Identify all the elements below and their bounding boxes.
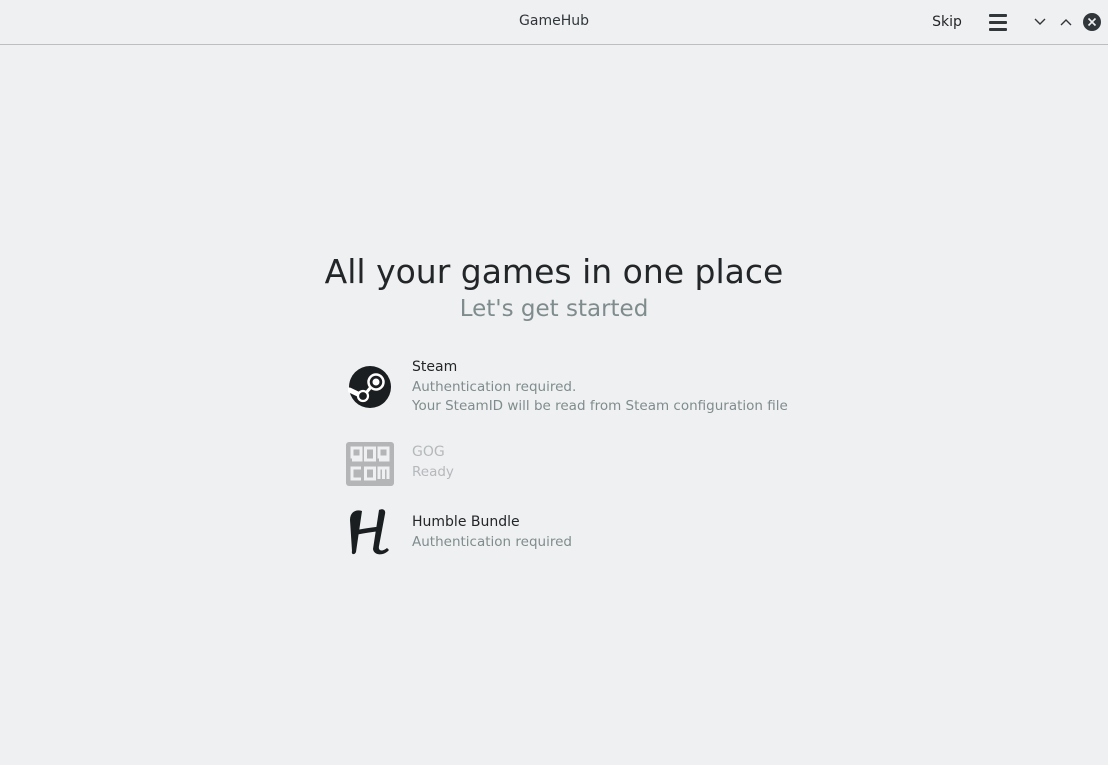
source-name: Humble Bundle xyxy=(412,514,520,530)
source-detail: Your SteamID will be read from Steam con… xyxy=(412,398,788,414)
menu-bar-line xyxy=(989,27,1007,31)
source-item-steam[interactable]: Steam Authentication required. Your Stea… xyxy=(346,359,796,419)
source-item-humble-bundle[interactable]: Humble Bundle Authentication required xyxy=(346,509,796,564)
menu-bar-line xyxy=(989,20,1007,24)
source-status: Authentication required xyxy=(412,534,572,550)
steam-icon xyxy=(346,363,394,411)
source-status: Ready xyxy=(412,464,454,480)
humble-bundle-icon xyxy=(346,508,394,556)
skip-button[interactable]: Skip xyxy=(922,8,972,36)
gog-icon xyxy=(346,440,394,488)
menu-bar-line xyxy=(989,13,1007,17)
source-status: Authentication required. xyxy=(412,379,577,395)
page-subtitle: Let's get started xyxy=(459,296,649,322)
minimize-chevron-icon[interactable] xyxy=(1029,11,1051,33)
close-icon[interactable] xyxy=(1081,11,1103,33)
maximize-chevron-icon[interactable] xyxy=(1055,11,1077,33)
source-item-gog[interactable]: GOG Ready xyxy=(346,442,796,494)
page-title: All your games in one place xyxy=(324,252,784,291)
source-name: GOG xyxy=(412,444,445,460)
hamburger-menu-icon[interactable] xyxy=(984,9,1012,35)
source-name: Steam xyxy=(412,359,458,375)
title-bar: GameHub Skip xyxy=(0,0,1108,45)
